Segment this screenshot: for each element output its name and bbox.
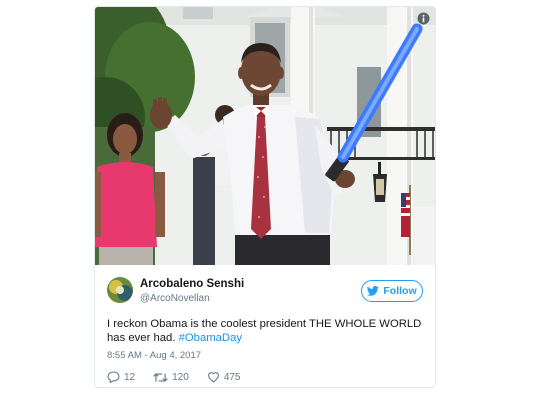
follow-button[interactable]: Follow	[361, 280, 423, 302]
tweet-card[interactable]: Arcobaleno Senshi @ArcoNovellan Follow I…	[94, 6, 436, 388]
retweet-count: 120	[172, 371, 189, 383]
tweet-header: Arcobaleno Senshi @ArcoNovellan Follow	[107, 277, 425, 309]
user-handle[interactable]: @ArcoNovellan	[140, 293, 210, 304]
tweet-actions: 12 120 475	[107, 370, 259, 384]
tweet-text: I reckon Obama is the coolest president …	[107, 317, 425, 345]
photo-illustration	[95, 7, 435, 265]
tweet-timestamp[interactable]: 8:55 AM - Aug 4, 2017	[107, 350, 201, 361]
follow-label: Follow	[383, 285, 417, 297]
avatar-image	[107, 277, 133, 303]
reply-count: 12	[124, 371, 136, 383]
like-count: 475	[223, 371, 241, 383]
display-name[interactable]: Arcobaleno Senshi	[140, 278, 244, 290]
tweet-photo[interactable]	[95, 7, 435, 265]
retweet-icon	[153, 372, 168, 382]
info-icon[interactable]	[417, 12, 430, 25]
tweet-body: I reckon Obama is the coolest president …	[107, 318, 422, 344]
like-action[interactable]: 475	[207, 371, 241, 383]
avatar[interactable]	[107, 277, 133, 303]
reply-icon	[107, 371, 120, 383]
hashtag-link[interactable]: #ObamaDay	[179, 332, 242, 344]
heart-icon	[207, 372, 219, 383]
twitter-bird-icon	[367, 286, 380, 296]
retweet-action[interactable]: 120	[153, 372, 189, 383]
reply-action[interactable]: 12	[107, 371, 135, 383]
